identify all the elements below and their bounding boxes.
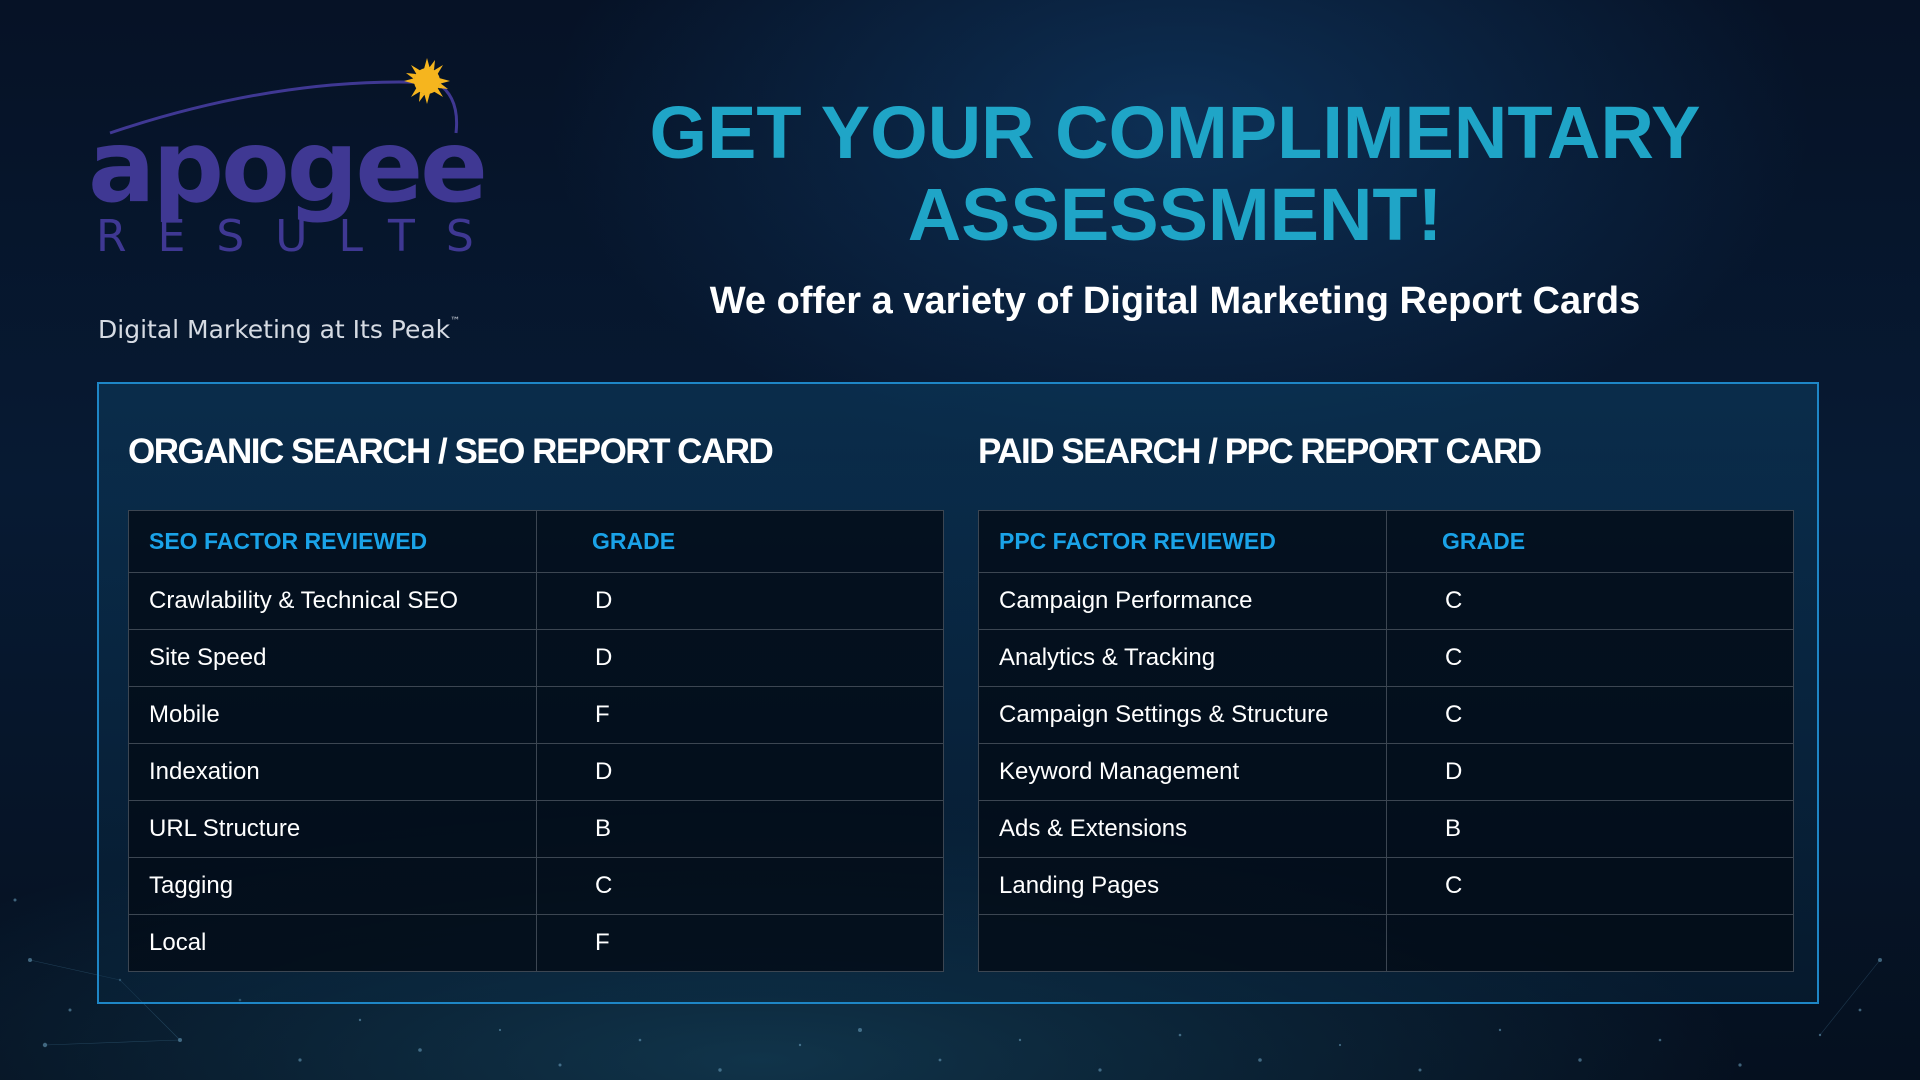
factor-cell: Tagging (128, 857, 537, 915)
ppc-card-title: PAID SEARCH / PPC REPORT CARD (978, 432, 1542, 471)
table-row: Campaign Settings & Structure C (978, 686, 1794, 744)
table-row: Indexation D (128, 743, 944, 801)
seo-factor-column-header: SEO FACTOR REVIEWED (128, 510, 537, 573)
factor-cell: Landing Pages (978, 857, 1387, 915)
grade-cell: C (1386, 629, 1794, 687)
table-row: Local F (128, 914, 944, 972)
table-row: URL Structure B (128, 800, 944, 858)
page-headline: GET YOUR COMPLIMENTARY ASSESSMENT! (649, 91, 1701, 256)
table-row: Tagging C (128, 857, 944, 915)
seo-grade-column-header: GRADE (536, 510, 944, 573)
table-row: Crawlability & Technical SEO D (128, 572, 944, 630)
ppc-grades-table: PPC FACTOR REVIEWED GRADE Campaign Perfo… (978, 510, 1794, 972)
table-header-row: SEO FACTOR REVIEWED GRADE (128, 510, 944, 573)
report-cards-panel: ORGANIC SEARCH / SEO REPORT CARD SEO FAC… (97, 382, 1819, 1004)
grade-cell: C (1386, 857, 1794, 915)
trademark-mark: ™ (450, 316, 461, 327)
table-row (978, 914, 1794, 972)
logo-subtitle: RESULTS (96, 211, 505, 262)
table-row: Analytics & Tracking C (978, 629, 1794, 687)
table-row: Ads & Extensions B (978, 800, 1794, 858)
factor-cell: Keyword Management (978, 743, 1387, 801)
grade-cell: F (536, 686, 944, 744)
factor-cell: Analytics & Tracking (978, 629, 1387, 687)
table-header-row: PPC FACTOR REVIEWED GRADE (978, 510, 1794, 573)
factor-cell (978, 914, 1387, 972)
table-row: Site Speed D (128, 629, 944, 687)
factor-cell: Campaign Settings & Structure (978, 686, 1387, 744)
factor-cell: Indexation (128, 743, 537, 801)
grade-cell: C (1386, 572, 1794, 630)
table-row: Campaign Performance C (978, 572, 1794, 630)
ppc-factor-column-header: PPC FACTOR REVIEWED (978, 510, 1387, 573)
factor-cell: Ads & Extensions (978, 800, 1387, 858)
table-row: Landing Pages C (978, 857, 1794, 915)
apogee-results-logo: apogee RESULTS Digital Marketing at Its … (88, 55, 488, 342)
logo-tagline: Digital Marketing at Its Peak™ (98, 315, 461, 344)
seo-grades-table: SEO FACTOR REVIEWED GRADE Crawlability &… (128, 510, 944, 972)
ppc-grade-column-header: GRADE (1386, 510, 1794, 573)
grade-cell: F (536, 914, 944, 972)
logo-wordmark: apogee (88, 108, 488, 225)
factor-cell: URL Structure (128, 800, 537, 858)
grade-cell: D (536, 572, 944, 630)
grade-cell: B (536, 800, 944, 858)
grade-cell: D (536, 629, 944, 687)
factor-cell: Campaign Performance (978, 572, 1387, 630)
grade-cell: D (536, 743, 944, 801)
grade-cell: C (536, 857, 944, 915)
page-subheadline: We offer a variety of Digital Marketing … (709, 280, 1641, 322)
factor-cell: Crawlability & Technical SEO (128, 572, 537, 630)
factor-cell: Site Speed (128, 629, 537, 687)
factor-cell: Mobile (128, 686, 537, 744)
factor-cell: Local (128, 914, 537, 972)
table-row: Keyword Management D (978, 743, 1794, 801)
seo-card-title: ORGANIC SEARCH / SEO REPORT CARD (128, 432, 774, 471)
logo-tagline-text: Digital Marketing at Its Peak (98, 315, 451, 344)
grade-cell: B (1386, 800, 1794, 858)
grade-cell: D (1386, 743, 1794, 801)
grade-cell: C (1386, 686, 1794, 744)
table-row: Mobile F (128, 686, 944, 744)
grade-cell (1386, 914, 1794, 972)
